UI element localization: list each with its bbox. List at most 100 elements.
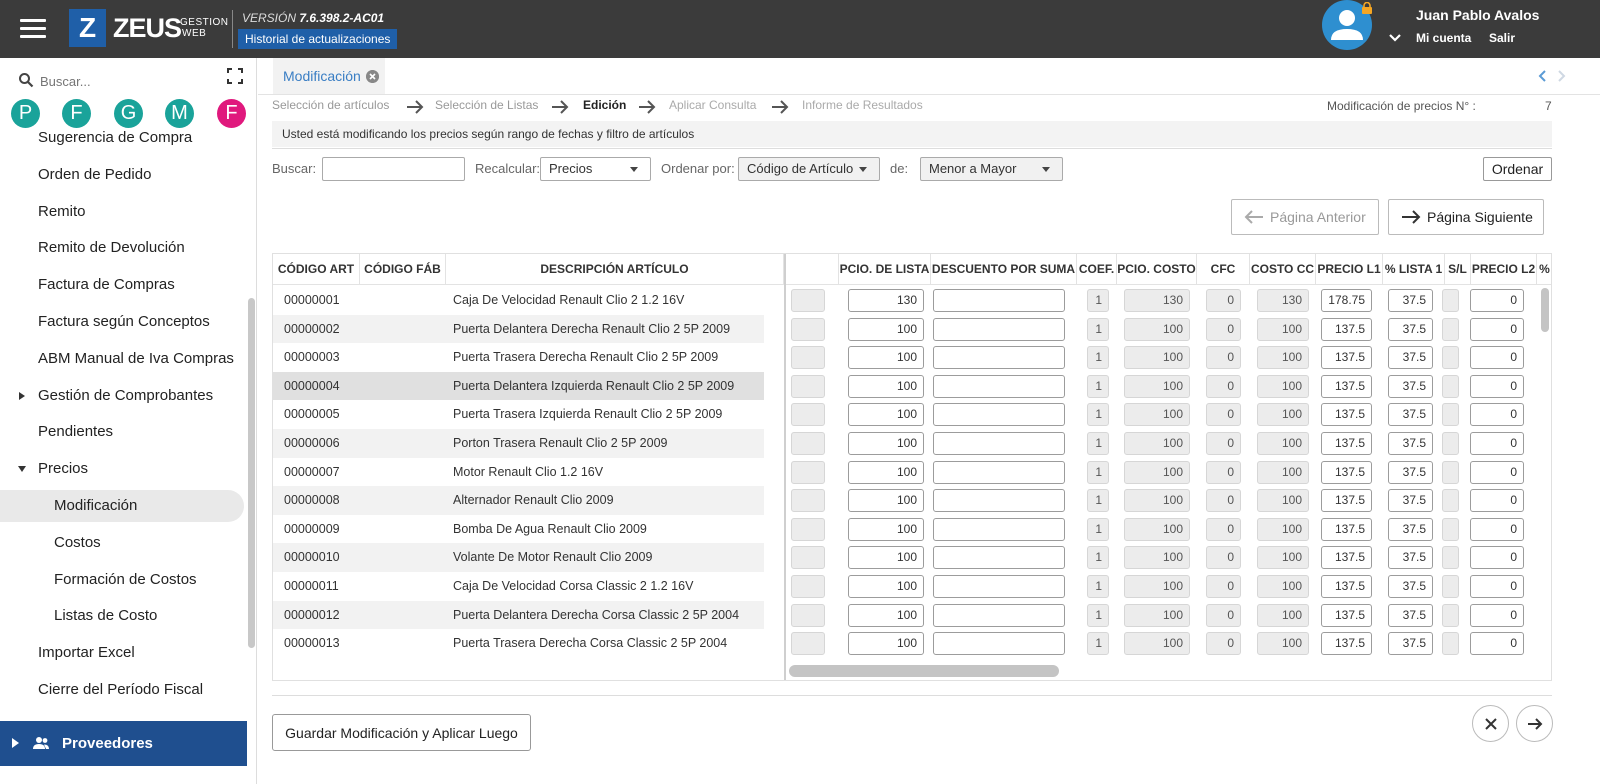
- cell-pcio-lista[interactable]: 100: [848, 432, 924, 455]
- cell-precio-l2[interactable]: 0: [1470, 374, 1524, 398]
- sidebar-item[interactable]: Precios: [0, 453, 247, 485]
- cell-pcio-lista[interactable]: 100: [848, 575, 924, 598]
- cell-precio-l1[interactable]: 137.5: [1321, 317, 1372, 341]
- cell-pct-l1[interactable]: 37.5: [1388, 317, 1433, 341]
- tab-scroll-arrows[interactable]: [1535, 69, 1575, 83]
- cell-descuento[interactable]: [933, 546, 1065, 570]
- cell-descuento[interactable]: [933, 346, 1065, 370]
- cell-precio-l2[interactable]: 0: [1470, 346, 1524, 370]
- menu-icon[interactable]: [20, 19, 46, 39]
- recalc-select[interactable]: Precios: [540, 157, 651, 181]
- order-by-select[interactable]: Código de Artículo: [738, 157, 880, 181]
- cancel-button[interactable]: [1472, 705, 1509, 742]
- cell-precio-l2[interactable]: 0: [1470, 632, 1524, 656]
- table-row[interactable]: 00000007 Motor Renault Clio 1.2 16V 100 1 10…: [273, 458, 1551, 487]
- cell-precio-l1[interactable]: 137.5: [1321, 517, 1372, 541]
- chevron-down-icon[interactable]: [1388, 33, 1402, 43]
- cell-pct-l1[interactable]: 37.5: [1388, 632, 1433, 656]
- cell-descuento[interactable]: [933, 632, 1065, 656]
- column-header[interactable]: COEF.: [1077, 254, 1117, 285]
- sidebar-item[interactable]: ABM Manual de Iva Compras: [0, 343, 247, 375]
- cell-pcio-lista[interactable]: 100: [848, 489, 924, 513]
- sidebar-item[interactable]: Remito de Devolución: [0, 232, 247, 264]
- close-icon[interactable]: [365, 70, 379, 83]
- cell-precio-l1[interactable]: 137.5: [1321, 346, 1372, 370]
- table-row[interactable]: 00000010 Volante De Motor Renault Clio 20…: [273, 543, 1551, 572]
- sidebar-item[interactable]: Costos: [0, 527, 247, 559]
- cell-pct-l1[interactable]: 37.5: [1388, 546, 1433, 570]
- order-button[interactable]: Ordenar: [1483, 157, 1552, 181]
- cell-pct-l1[interactable]: 37.5: [1388, 603, 1433, 627]
- cell-precio-l1[interactable]: 178.75: [1321, 289, 1372, 312]
- cell-precio-l1[interactable]: 137.5: [1321, 460, 1372, 484]
- sidebar-item[interactable]: Remito: [0, 196, 247, 228]
- cell-descuento[interactable]: [933, 432, 1065, 455]
- cell-precio-l2[interactable]: 0: [1470, 317, 1524, 341]
- column-header[interactable]: COSTO CC: [1250, 254, 1316, 285]
- cell-precio-l2[interactable]: 0: [1470, 489, 1524, 513]
- cell-descuento[interactable]: [933, 289, 1065, 312]
- table-row[interactable]: 00000002 Puerta Delantera Derecha Renault…: [273, 314, 1551, 344]
- horizontal-scrollbar[interactable]: [789, 665, 1059, 677]
- cell-descuento[interactable]: [933, 317, 1065, 341]
- column-header[interactable]: DESCUENTO POR SUMA: [931, 254, 1077, 285]
- tab-modificacion[interactable]: Modificación: [273, 58, 385, 94]
- table-row[interactable]: 00000011 Caja De Velocidad Corsa Classic …: [273, 572, 1551, 601]
- sidebar-item[interactable]: Listas de Costo: [0, 600, 247, 632]
- next-step-button[interactable]: [1516, 705, 1553, 742]
- cell-precio-l2[interactable]: 0: [1470, 460, 1524, 484]
- sidebar-section-proveedores[interactable]: Proveedores: [0, 721, 247, 766]
- column-header[interactable]: DESCRIPCIÓN ARTÍCULO: [446, 254, 784, 285]
- column-header[interactable]: [786, 254, 839, 285]
- table-row[interactable]: 00000009 Bomba De Agua Renault Clio 2009 1…: [273, 515, 1551, 544]
- table-row[interactable]: 00000013 Puerta Trasera Derecha Corsa Cla…: [273, 629, 1551, 658]
- cell-precio-l2[interactable]: 0: [1470, 403, 1524, 427]
- cell-descuento[interactable]: [933, 403, 1065, 427]
- cell-precio-l2[interactable]: 0: [1470, 432, 1524, 455]
- table-row[interactable]: 00000005 Puerta Trasera Izquierda Renault…: [273, 400, 1551, 429]
- cell-pct-l1[interactable]: 37.5: [1388, 517, 1433, 541]
- column-header[interactable]: PRECIO L1: [1316, 254, 1383, 285]
- cell-pcio-lista[interactable]: 100: [848, 403, 924, 427]
- sidebar-item[interactable]: Gestión de Comprobantes: [0, 380, 247, 412]
- cell-pcio-lista[interactable]: 100: [848, 546, 924, 570]
- cell-precio-l1[interactable]: 137.5: [1321, 575, 1372, 598]
- sidebar-item[interactable]: Importar Excel: [0, 637, 247, 669]
- cell-precio-l2[interactable]: 0: [1470, 575, 1524, 598]
- cell-pcio-lista[interactable]: 100: [848, 632, 924, 656]
- cell-pct-l1[interactable]: 37.5: [1388, 289, 1433, 312]
- cell-precio-l1[interactable]: 137.5: [1321, 374, 1372, 398]
- column-header[interactable]: PRECIO L2: [1471, 254, 1537, 285]
- sidebar-item[interactable]: Modificación: [0, 490, 244, 522]
- table-row[interactable]: 00000001 Caja De Velocidad Renault Clio 2…: [273, 286, 1551, 315]
- cell-precio-l1[interactable]: 137.5: [1321, 432, 1372, 455]
- table-row[interactable]: 00000003 Puerta Trasera Derecha Renault C…: [273, 343, 1551, 372]
- cell-precio-l1[interactable]: 137.5: [1321, 546, 1372, 570]
- cell-pcio-lista[interactable]: 130: [848, 289, 924, 312]
- cell-descuento[interactable]: [933, 374, 1065, 398]
- cell-descuento[interactable]: [933, 460, 1065, 484]
- direction-select[interactable]: Menor a Mayor: [920, 157, 1063, 181]
- cell-precio-l2[interactable]: 0: [1470, 517, 1524, 541]
- sidebar-item[interactable]: Formación de Costos: [0, 564, 247, 596]
- cell-pcio-lista[interactable]: 100: [848, 346, 924, 370]
- cell-pct-l1[interactable]: 37.5: [1388, 460, 1433, 484]
- cell-pct-l1[interactable]: 37.5: [1388, 432, 1433, 455]
- column-header[interactable]: CFC: [1197, 254, 1250, 285]
- sidebar-search-input[interactable]: [40, 70, 210, 92]
- cell-descuento[interactable]: [933, 603, 1065, 627]
- save-and-apply-later-button[interactable]: Guardar Modificación y Aplicar Luego: [272, 714, 531, 751]
- cell-precio-l1[interactable]: 137.5: [1321, 603, 1372, 627]
- cell-pcio-lista[interactable]: 100: [848, 317, 924, 341]
- my-account-link[interactable]: Mi cuenta: [1416, 31, 1471, 45]
- cell-pct-l1[interactable]: 37.5: [1388, 374, 1433, 398]
- cell-precio-l1[interactable]: 137.5: [1321, 632, 1372, 656]
- sidebar-item[interactable]: Factura según Conceptos: [0, 306, 247, 338]
- table-row[interactable]: 00000012 Puerta Delantera Derecha Corsa C…: [273, 600, 1551, 630]
- vertical-scrollbar[interactable]: [1541, 288, 1549, 332]
- column-header[interactable]: CÓDIGO ART: [273, 254, 360, 285]
- cell-descuento[interactable]: [933, 517, 1065, 541]
- cell-precio-l2[interactable]: 0: [1470, 546, 1524, 570]
- sidebar-item[interactable]: Pendientes: [0, 416, 247, 448]
- cell-pct-l1[interactable]: 37.5: [1388, 403, 1433, 427]
